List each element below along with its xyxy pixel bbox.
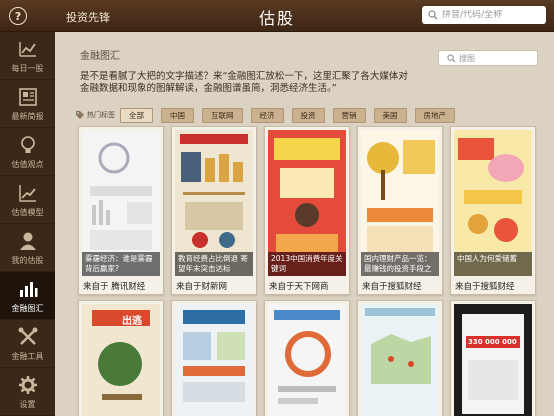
infographic-thumbnail: [175, 304, 253, 416]
sidebar-item-daily-stock[interactable]: 每日一股: [0, 32, 55, 80]
card-caption: 国内理财产品一览：最赚钱的投资手段之一: [361, 252, 439, 276]
tag-economy[interactable]: 经济: [250, 107, 284, 123]
sidebar-item-label: 我的估股: [11, 255, 44, 265]
infographic-thumbnail: [268, 304, 346, 416]
nav-title[interactable]: 投资先锋: [66, 9, 110, 25]
sidebar-item-finance-tools[interactable]: 金融工具: [0, 320, 55, 368]
trend-chart-icon: [18, 184, 36, 202]
card-title-text: 出逃: [122, 316, 142, 327]
sidebar-item-finance-charts[interactable]: 金融图汇: [0, 272, 55, 320]
infographic-card[interactable]: 国内理财产品一览：最赚钱的投资手段之一 来自于搜狐财经: [357, 126, 443, 295]
hot-tags-label: 热门标签: [87, 111, 115, 119]
card-caption: 雾霾经济：谁是雾霾背后赢家?: [82, 252, 160, 276]
infographic-card[interactable]: 雾霾经济：谁是雾霾背后赢家? 来自于 腾讯财经: [78, 126, 164, 295]
gear-icon: [18, 375, 37, 394]
top-bar: ? 投资先锋 估股: [0, 0, 554, 32]
main-content: 金融图汇 是不是看腻了大把的文字描述？来“金融图汇放松一下，这里汇聚了各大媒体对…: [55, 32, 554, 416]
tag-marketing[interactable]: 营销: [332, 107, 366, 123]
tag-china[interactable]: 中国: [161, 107, 194, 123]
hot-tags-bar: 热门标签 全部 中国 互联网 经济 投资 营销 美国 房地产: [75, 107, 463, 123]
card-source: 来自于搜狐财经: [362, 282, 422, 292]
card-source: 来自于 腾讯财经: [83, 282, 146, 292]
infographic-card[interactable]: [171, 300, 257, 416]
search-icon: [428, 10, 438, 20]
infographic-card[interactable]: 330 000 000: [450, 300, 536, 416]
tag-all[interactable]: 全部: [120, 107, 153, 123]
image-search-input[interactable]: [459, 53, 529, 63]
infographic-card[interactable]: [264, 300, 350, 416]
sidebar: 每日一股 最新简报 估值观点 估值模型 我的估股 金融图汇 金融工具 设置: [0, 32, 55, 416]
card-caption: 中国人为何爱储蓄: [454, 252, 532, 276]
infographic-card[interactable]: [357, 300, 443, 416]
help-icon[interactable]: ?: [9, 7, 27, 25]
card-caption: 教育经费占比倒退 寄望年末突击达标: [175, 252, 253, 276]
tag-usa[interactable]: 美国: [373, 107, 407, 123]
sidebar-item-valuation-model[interactable]: 估值模型: [0, 176, 55, 224]
sidebar-item-my-stocks[interactable]: 我的估股: [0, 224, 55, 272]
stock-search-box[interactable]: [422, 6, 546, 24]
card-figure-text: 330 000 000: [468, 338, 517, 346]
tag-real-estate[interactable]: 房地产: [414, 107, 455, 123]
tools-icon: [18, 327, 37, 345]
infographic-card[interactable]: 中国人为何爱储蓄 来自于搜狐财经: [450, 126, 536, 295]
sidebar-item-latest-brief[interactable]: 最新简报: [0, 80, 55, 128]
description-text: 是不是看腻了大把的文字描述？来“金融图汇放松一下，这里汇聚了各大媒体对金融数据和…: [80, 71, 408, 94]
card-caption: 2013中国消费年度关键词: [268, 252, 346, 276]
infographic-thumbnail: 330 000 000: [454, 304, 532, 416]
newspaper-icon: [18, 87, 37, 106]
sidebar-item-settings[interactable]: 设置: [0, 368, 55, 416]
page-title: 金融图汇: [80, 51, 120, 62]
sidebar-item-valuation-view[interactable]: 估值观点: [0, 128, 55, 176]
infographic-card[interactable]: 教育经费占比倒退 寄望年末突击达标 来自于财新网: [171, 126, 257, 295]
line-chart-icon: [18, 41, 36, 57]
card-source: 来自于搜狐财经: [455, 282, 515, 292]
card-source: 来自于天下网商: [269, 282, 329, 292]
sidebar-item-label: 设置: [19, 399, 36, 409]
infographic-card[interactable]: 2013中国消费年度关键词 来自于天下网商: [264, 126, 350, 295]
user-icon: [19, 232, 36, 250]
infographic-card[interactable]: 出逃: [78, 300, 164, 416]
sidebar-item-label: 最新简报: [11, 111, 44, 121]
tag-internet[interactable]: 互联网: [202, 107, 243, 123]
stock-search-input[interactable]: [442, 10, 542, 20]
sidebar-item-label: 每日一股: [11, 63, 44, 73]
sidebar-item-label: 估值模型: [11, 207, 44, 217]
sidebar-item-label: 金融图汇: [11, 303, 44, 313]
bar-chart-icon: [19, 281, 37, 297]
sidebar-item-label: 金融工具: [11, 351, 44, 361]
sidebar-item-label: 估值观点: [11, 159, 44, 169]
search-icon: [447, 53, 456, 63]
card-source: 来自于财新网: [176, 282, 228, 292]
infographic-thumbnail: [361, 304, 439, 416]
lightbulb-icon: [20, 135, 35, 153]
tag-investment[interactable]: 投资: [291, 107, 325, 123]
infographic-thumbnail: 出逃: [82, 304, 160, 416]
image-search-box[interactable]: [438, 50, 538, 66]
tag-icon: [76, 111, 84, 119]
